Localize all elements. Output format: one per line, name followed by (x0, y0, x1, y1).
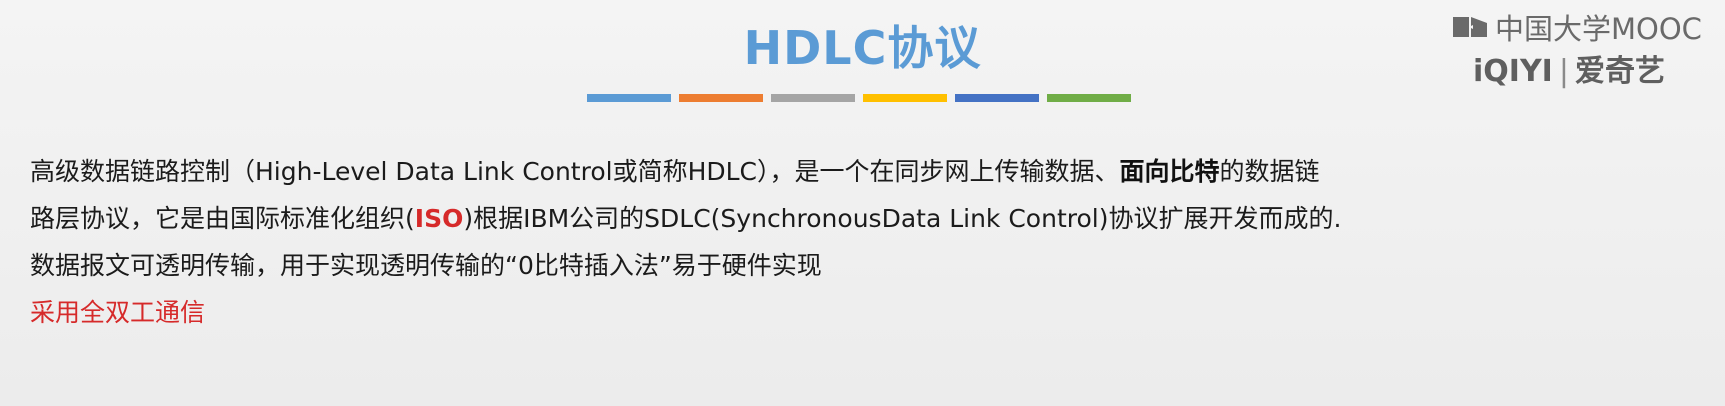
iqiyi-logo: iQIYI | 爱奇艺 (1473, 46, 1665, 90)
iqiyi-logo-brand: iQIYI (1473, 54, 1553, 89)
highlight-iso: ISO (414, 204, 464, 233)
para1-line2-tail: )根据IBM公司的SDLC(SynchronousData Link Contr… (463, 204, 1342, 233)
color-bar (679, 94, 763, 102)
color-bar (955, 94, 1039, 102)
color-bar (1047, 94, 1131, 102)
iqiyi-logo-cn: 爱奇艺 (1574, 54, 1665, 89)
para1-line1-text: 高级数据链路控制（High-Level Data Link Control或简称… (30, 157, 1120, 186)
para1-line2-text: 路层协议，它是由国际标准化组织( (30, 204, 415, 233)
iqiyi-logo-separator: | (1558, 54, 1569, 89)
para1-line1-tail: 的数据链 (1219, 157, 1320, 186)
para3: 采用全双工通信 (30, 298, 206, 327)
color-bar (863, 94, 947, 102)
bold-term-bit-oriented: 面向比特 (1119, 157, 1220, 186)
watermark: 中国大学MOOC iQIYI | 爱奇艺 (1451, 4, 1713, 89)
color-bar (771, 94, 855, 102)
para1-line1: 高级数据链路控制（High-Level Data Link Control或简称… (30, 148, 1690, 195)
slide-body: 高级数据链路控制（High-Level Data Link Control或简称… (30, 148, 1690, 336)
decorative-color-bars (587, 94, 1131, 102)
color-bar (587, 94, 671, 102)
para2: 数据报文可透明传输，用于实现透明传输的“0比特插入法”易于硬件实现 (30, 251, 822, 280)
para1-line2: 路层协议，它是由国际标准化组织(ISO)根据IBM公司的SDLC(Synchro… (30, 195, 1690, 242)
mooc-logo-text: 中国大学MOOC (1495, 12, 1702, 46)
mooc-logo-icon (1453, 17, 1487, 37)
mooc-logo: 中国大学MOOC (1451, 6, 1702, 48)
